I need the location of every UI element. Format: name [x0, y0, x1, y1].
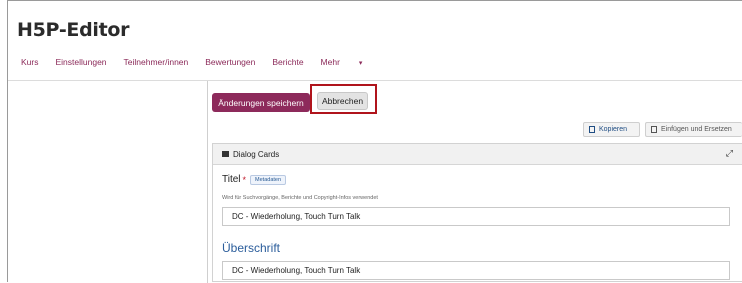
panel-title: Dialog Cards — [233, 149, 280, 159]
save-changes-button[interactable]: Änderungen speichern — [212, 93, 310, 112]
chevron-down-icon: ▾ — [358, 60, 363, 67]
required-mark: * — [242, 174, 247, 185]
cancel-button[interactable]: Abbrechen — [317, 92, 368, 110]
title-field-description: Wird für Suchvorgänge, Berichte und Copy… — [222, 195, 378, 201]
paste-label: Einfügen und Ersetzen — [661, 126, 732, 133]
paste-replace-button[interactable]: Einfügen und Ersetzen — [645, 122, 742, 137]
copy-button[interactable]: Kopieren — [583, 122, 640, 137]
title-label: Titel — [222, 174, 241, 185]
panel-header: Dialog Cards ⤢ — [213, 144, 742, 165]
heading-field-label: Überschrift — [222, 241, 281, 255]
nav-item-kurs[interactable]: Kurs — [21, 57, 38, 71]
copy-label: Kopieren — [599, 126, 628, 133]
nav-item-mehr-label: Mehr — [320, 57, 340, 67]
nav-item-bewertungen[interactable]: Bewertungen — [205, 57, 255, 71]
nav-item-mehr[interactable]: Mehr ▾ — [321, 57, 380, 71]
heading-input[interactable]: DC - Wiederholung, Touch Turn Talk — [222, 261, 730, 280]
dialog-cards-panel: Dialog Cards ⤢ Titel * Metadaten Wird fü… — [212, 143, 742, 282]
title-field-label: Titel * Metadaten — [222, 174, 287, 185]
left-column — [8, 81, 208, 283]
nav-item-teilnehmer[interactable]: Teilnehmer/innen — [124, 57, 189, 71]
nav-item-einstellungen[interactable]: Einstellungen — [55, 57, 106, 71]
copy-icon — [589, 126, 595, 133]
metadata-button[interactable]: Metadaten — [250, 174, 287, 185]
cards-icon — [222, 151, 229, 157]
expand-icon[interactable]: ⤢ — [726, 148, 733, 159]
nav-item-berichte[interactable]: Berichte — [272, 57, 303, 71]
paste-icon — [651, 126, 657, 133]
title-input[interactable]: DC - Wiederholung, Touch Turn Talk — [222, 207, 730, 226]
course-nav: Kurs Einstellungen Teilnehmer/innen Bewe… — [21, 57, 396, 71]
page-title: H5P-Editor — [17, 19, 130, 41]
